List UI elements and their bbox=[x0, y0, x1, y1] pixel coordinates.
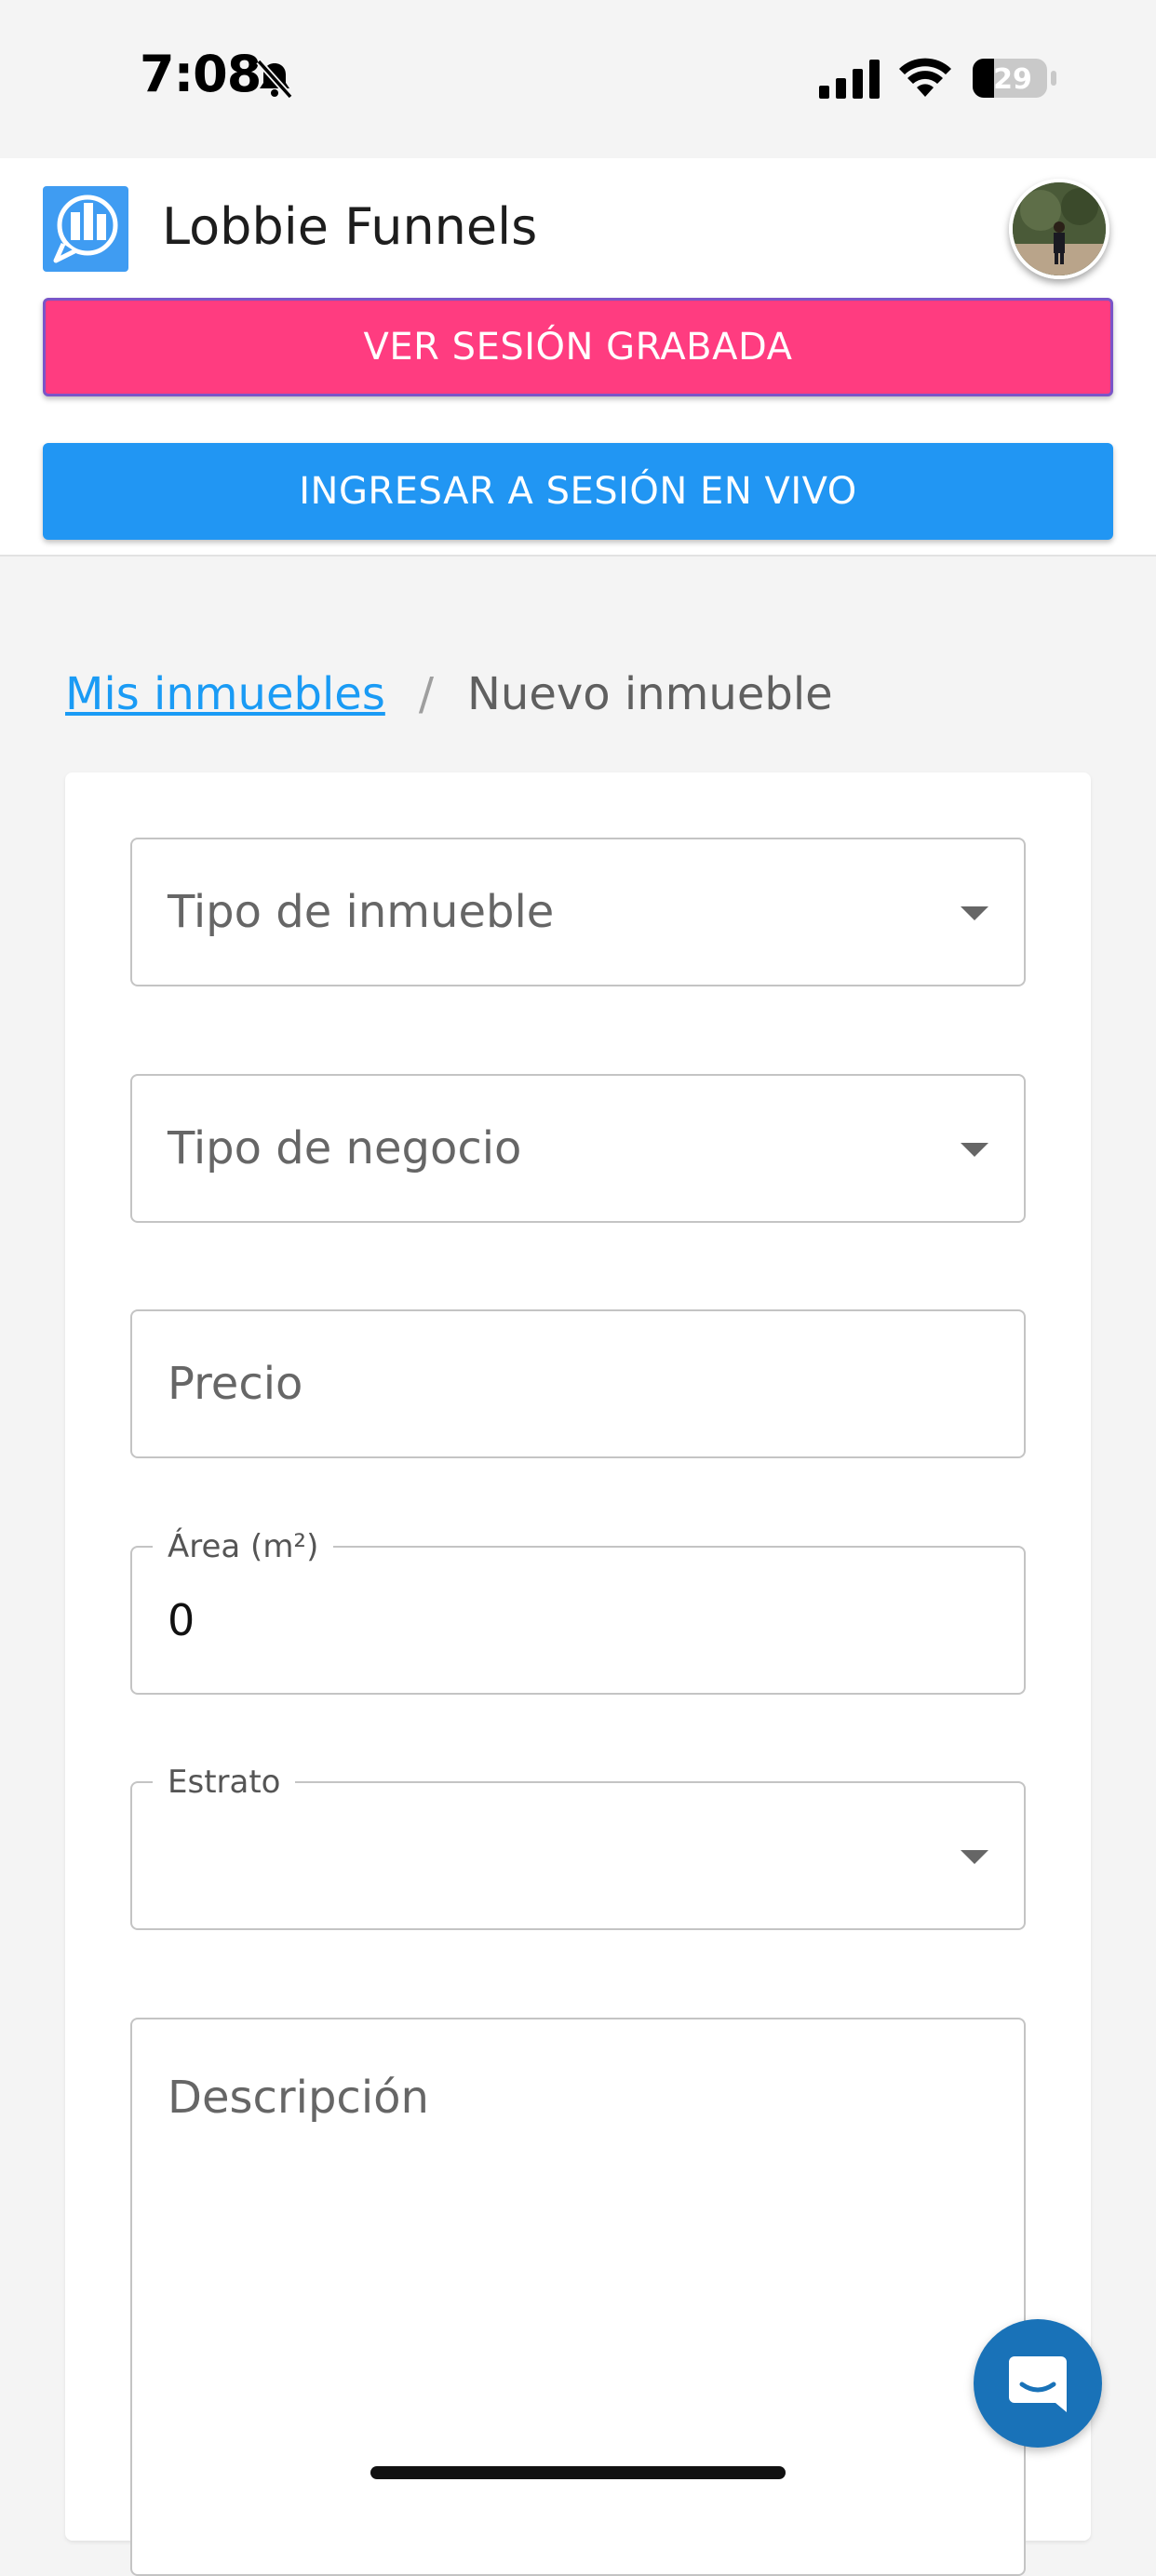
user-avatar[interactable] bbox=[1009, 179, 1109, 279]
app-title: Lobbie Funnels bbox=[162, 197, 538, 256]
building-chat-logo[interactable] bbox=[43, 186, 128, 272]
chat-bubble-icon bbox=[1009, 2356, 1067, 2412]
tipo-negocio-select[interactable]: Tipo de negocio bbox=[130, 1074, 1026, 1223]
status-bar: 7:08 29 bbox=[0, 0, 1156, 158]
home-indicator[interactable] bbox=[370, 2466, 786, 2479]
dropdown-arrow-icon bbox=[961, 1850, 988, 1864]
ver-sesion-grabada-button[interactable]: VER SESIÓN GRABADA bbox=[43, 298, 1113, 396]
logo-icon bbox=[53, 195, 118, 263]
tipo-negocio-placeholder: Tipo de negocio bbox=[168, 1122, 522, 1174]
area-value: 0 bbox=[168, 1595, 195, 1645]
chat-button[interactable] bbox=[974, 2319, 1102, 2448]
estrato-select[interactable]: Estrato bbox=[130, 1764, 1026, 1930]
bell-slash-icon bbox=[256, 59, 293, 100]
precio-placeholder: Precio bbox=[168, 1358, 303, 1410]
wifi-icon bbox=[899, 58, 951, 97]
dropdown-arrow-icon bbox=[961, 906, 988, 920]
tipo-inmueble-select[interactable]: Tipo de inmueble bbox=[130, 838, 1026, 986]
area-input[interactable]: Área (m²) 0 bbox=[130, 1529, 1026, 1695]
app-header: Lobbie Funnels VER SESIÓN GRABADA INGRES… bbox=[0, 158, 1156, 557]
area-label: Área (m²) bbox=[153, 1529, 334, 1564]
avatar-image bbox=[1013, 182, 1106, 275]
breadcrumb-current: Nuevo inmueble bbox=[467, 668, 833, 720]
breadcrumb-link-mis-inmuebles[interactable]: Mis inmuebles bbox=[65, 668, 385, 720]
breadcrumb-separator: / bbox=[418, 668, 434, 720]
descripcion-textarea[interactable]: Descripción bbox=[130, 2018, 1026, 2576]
ingresar-sesion-en-vivo-button[interactable]: INGRESAR A SESIÓN EN VIVO bbox=[43, 443, 1113, 540]
battery-level: 29 bbox=[993, 63, 1032, 96]
estrato-label: Estrato bbox=[153, 1764, 296, 1800]
descripcion-placeholder: Descripción bbox=[168, 2072, 429, 2124]
property-form-card: Tipo de inmueble Tipo de negocio Precio … bbox=[65, 772, 1091, 2576]
breadcrumb: Mis inmuebles / Nuevo inmueble bbox=[65, 668, 833, 720]
cellular-signal-icon bbox=[819, 60, 880, 99]
precio-input[interactable]: Precio bbox=[130, 1309, 1026, 1458]
tipo-inmueble-placeholder: Tipo de inmueble bbox=[168, 886, 555, 938]
status-time: 7:08 bbox=[140, 45, 262, 103]
battery-icon: 29 bbox=[973, 59, 1056, 98]
dropdown-arrow-icon bbox=[961, 1143, 988, 1157]
